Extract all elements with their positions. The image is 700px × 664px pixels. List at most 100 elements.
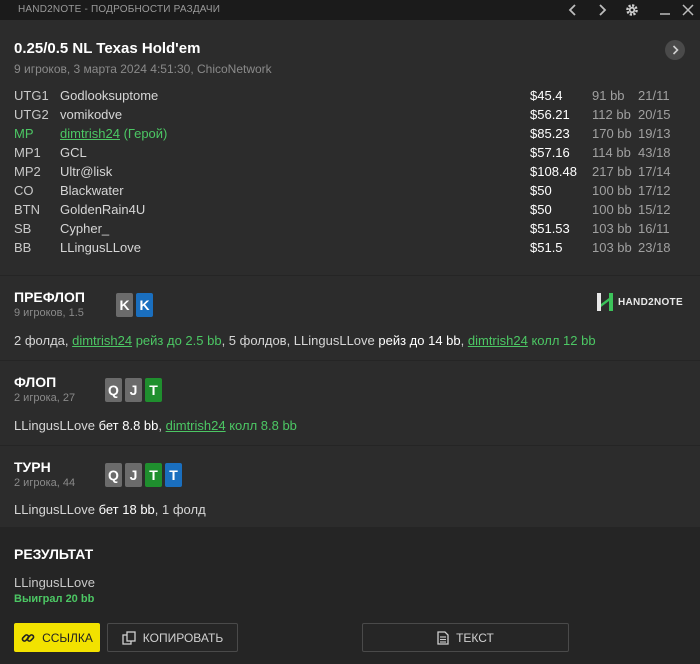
player-stats: 16/11 — [638, 221, 670, 236]
hero-link[interactable]: dimtrish24 — [72, 333, 132, 348]
player-name: dimtrish24 (Герой) — [60, 126, 167, 141]
player-position: CO — [14, 183, 34, 198]
minimize-icon — [660, 13, 670, 15]
player-stack: $50 — [530, 183, 552, 198]
copy-icon — [122, 630, 136, 645]
player-stack-bb: 103 bb — [592, 221, 632, 236]
card: T — [145, 378, 162, 402]
card: J — [125, 378, 142, 402]
turn-subtitle: 2 игрока, 44 — [14, 477, 76, 489]
hand2note-logo-text: HAND2NOTE — [618, 296, 683, 308]
player-stack-bb: 112 bb — [592, 107, 631, 122]
player-row[interactable]: CO Blackwater $50 100 bb 17/12 — [14, 183, 694, 202]
text-button[interactable]: ТЕКСТ — [362, 623, 569, 652]
action-text: рейз до 2.5 bb — [132, 333, 222, 348]
player-name: Cypher_ — [60, 221, 110, 236]
settings-button[interactable] — [622, 0, 642, 20]
preflop-actions: 2 фолда, dimtrish24 рейз до 2.5 bb, 5 фо… — [14, 333, 596, 348]
turn-board-cards: Q J T T — [105, 463, 182, 487]
player-stack: $45.4 — [530, 88, 563, 103]
preflop-subtitle: 9 игроков, 1.5 — [14, 307, 84, 319]
flop-subtitle: 2 игрока, 27 — [14, 392, 76, 404]
text-button-label: ТЕКСТ — [456, 630, 494, 645]
action-text: 2 фолда, — [14, 333, 73, 348]
player-name: Blackwater — [60, 183, 124, 198]
result-winner: LLingusLLove — [14, 575, 95, 590]
player-row[interactable]: UTG2 vomikodve $56.21 112 bb 20/15 — [14, 107, 694, 126]
card: J — [125, 463, 142, 487]
player-stack: $56.21 — [530, 107, 570, 122]
hand2note-logo: HAND2NOTE — [597, 293, 683, 311]
players-table: UTG1 Godlooksuptome $45.4 91 bb 21/11 UT… — [14, 88, 694, 259]
hero-hole-cards: K K — [116, 293, 153, 317]
player-stack-bb: 100 bb — [592, 202, 632, 217]
hand-subtitle: 9 игроков, 3 марта 2024 4:51:30, ChicoNe… — [14, 62, 272, 76]
player-row[interactable]: SB Cypher_ $51.53 103 bb 16/11 — [14, 221, 694, 240]
next-hand-button[interactable] — [592, 0, 612, 20]
player-stats: 19/13 — [638, 126, 671, 141]
player-row[interactable]: BB LLingusLLove $51.5 103 bb 23/18 — [14, 240, 694, 259]
action-text: LLingusLLove — [14, 502, 99, 517]
player-name: LLingusLLove — [60, 240, 141, 255]
player-row[interactable]: UTG1 Godlooksuptome $45.4 91 bb 21/11 — [14, 88, 694, 107]
player-stack-bb: 114 bb — [592, 145, 631, 160]
action-text: , — [158, 418, 166, 433]
link-button[interactable]: ССЫЛКА — [14, 623, 100, 652]
action-text: , — [460, 333, 468, 348]
card: K — [116, 293, 133, 317]
preflop-title: ПРЕФЛОП — [14, 289, 85, 305]
prev-hand-button[interactable] — [563, 0, 583, 20]
player-position: UTG1 — [14, 88, 49, 103]
player-stack: $57.16 — [530, 145, 570, 160]
player-position: BTN — [14, 202, 40, 217]
card: T — [145, 463, 162, 487]
next-hand-round-button[interactable] — [665, 40, 685, 60]
player-stats: 20/15 — [638, 107, 671, 122]
hero-link[interactable]: dimtrish24 — [166, 418, 226, 433]
hand-info-section: 0.25/0.5 NL Texas Hold'em 9 игроков, 3 м… — [0, 20, 700, 275]
turn-title: ТУРН — [14, 459, 51, 475]
player-row[interactable]: BTN GoldenRain4U $50 100 bb 15/12 — [14, 202, 694, 221]
hand-title: 0.25/0.5 NL Texas Hold'em — [14, 40, 201, 57]
player-stats: 21/11 — [638, 88, 670, 103]
player-stack-bb: 217 bb — [592, 164, 632, 179]
player-row-hero[interactable]: MP dimtrish24 (Герой) $85.23 170 bb 19/1… — [14, 126, 694, 145]
card: Q — [105, 378, 122, 402]
action-text: бет 8.8 bb — [98, 418, 159, 433]
player-stats: 43/18 — [638, 145, 671, 160]
action-text: , 5 фолдов, LLingusLLove — [221, 333, 379, 348]
player-stack-bb: 170 bb — [592, 126, 632, 141]
player-position: BB — [14, 240, 32, 255]
player-stack-bb: 100 bb — [592, 183, 632, 198]
player-position: MP2 — [14, 164, 41, 179]
result-title: РЕЗУЛЬТАТ — [14, 546, 94, 562]
action-text: бет 18 bb — [98, 502, 155, 517]
player-stats: 17/12 — [638, 183, 671, 198]
action-text: колл 12 bb — [527, 333, 596, 348]
player-stack: $108.48 — [530, 164, 577, 179]
card: K — [136, 293, 153, 317]
copy-button[interactable]: КОПИРОВАТЬ — [107, 623, 238, 652]
player-name: Godlooksuptome — [60, 88, 159, 103]
player-stack: $51.5 — [530, 240, 563, 255]
hero-name: dimtrish24 — [60, 126, 120, 141]
close-button[interactable] — [678, 0, 698, 20]
document-icon — [437, 630, 449, 645]
player-stack: $51.53 — [530, 221, 570, 236]
player-row[interactable]: MP1 GCL $57.16 114 bb 43/18 — [14, 145, 694, 164]
hero-link[interactable]: dimtrish24 — [468, 333, 528, 348]
player-stats: 23/18 — [638, 240, 671, 255]
minimize-button[interactable] — [655, 0, 675, 20]
link-icon — [21, 633, 35, 642]
player-stats: 17/14 — [638, 164, 671, 179]
title-bar: HAND2NOTE - ПОДРОБНОСТИ РАЗДАЧИ — [0, 0, 700, 20]
action-text: колл 8.8 bb — [225, 418, 297, 433]
player-position: MP — [14, 126, 34, 141]
flop-title: ФЛОП — [14, 374, 57, 390]
gear-icon — [626, 4, 638, 16]
action-text: рейз до 14 bb — [378, 333, 461, 348]
result-amount: Выиграл 20 bb — [14, 593, 95, 605]
copy-button-label: КОПИРОВАТЬ — [142, 630, 224, 645]
player-row[interactable]: MP2 Ultr@lisk $108.48 217 bb 17/14 — [14, 164, 694, 183]
window-title: HAND2NOTE - ПОДРОБНОСТИ РАЗДАЧИ — [18, 4, 221, 15]
